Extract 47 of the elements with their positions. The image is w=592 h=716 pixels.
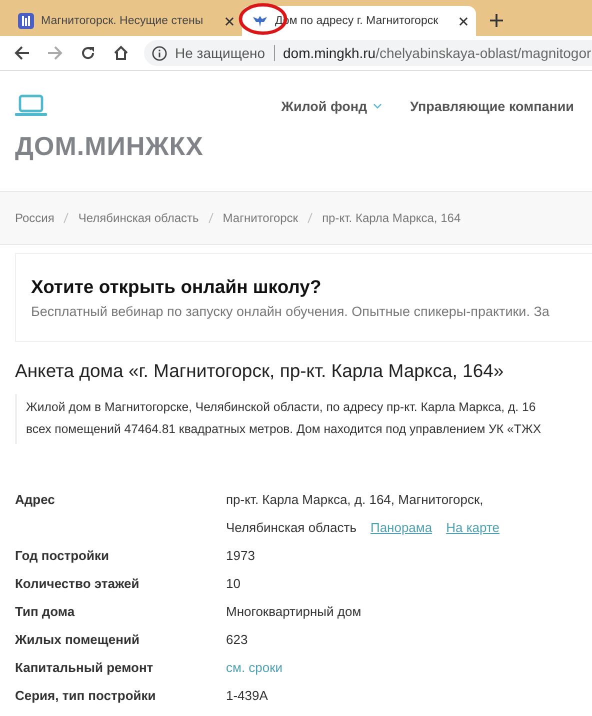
ad-title: Хотите открыть онлайн школу? bbox=[31, 276, 322, 298]
security-label: Не защищено bbox=[175, 45, 275, 61]
detail-value: 1973 bbox=[226, 547, 255, 565]
building-icon bbox=[18, 13, 34, 29]
ad-banner[interactable]: Хотите открыть онлайн школу? Бесплатный вебинар по запуску онлайн обучения. Опытные спикеры-практики. За bbox=[15, 253, 592, 342]
detail-link[interactable]: Панорама bbox=[370, 514, 432, 542]
tab-title: Магнитогорск. Несущие стены bbox=[41, 15, 204, 27]
nav-link[interactable]: Жилой фонд bbox=[281, 98, 382, 114]
detail-label: Жилых помещений bbox=[15, 631, 140, 649]
separator-icon bbox=[63, 212, 70, 224]
breadcrumb-link[interactable]: Челябинская область bbox=[78, 211, 199, 225]
detail-link[interactable]: см. сроки bbox=[226, 654, 283, 682]
detail-label: Тип дома bbox=[15, 603, 76, 621]
new-tab-icon[interactable] bbox=[490, 14, 503, 27]
ad-text: Бесплатный вебинар по запуску онлайн обучения. Опытные спикеры-практики. За bbox=[31, 304, 550, 319]
chevron-down-icon bbox=[373, 103, 382, 109]
home-icon[interactable] bbox=[113, 45, 129, 61]
detail-label: Капитальный ремонт bbox=[15, 659, 154, 677]
detail-link[interactable]: На карте bbox=[446, 514, 500, 542]
detail-label: Год постройки bbox=[15, 547, 110, 565]
nav-link[interactable]: Управляющие компании bbox=[410, 98, 574, 114]
detail-value: Челябинская область bbox=[226, 519, 356, 537]
close-icon[interactable] bbox=[225, 16, 234, 26]
close-icon[interactable] bbox=[459, 16, 468, 26]
page-heading: Анкета дома «г. Магнитогорск, пр-кт. Карла Маркса, 164» bbox=[15, 360, 505, 382]
info-icon bbox=[152, 46, 167, 60]
breadcrumb-link[interactable]: пр-кт. Карла Маркса, 164 bbox=[322, 211, 461, 225]
breadcrumb-link[interactable]: Магнитогорск bbox=[222, 211, 298, 225]
site-logo-text[interactable]: ДОМ.МИНЖКХ bbox=[0, 118, 592, 181]
detail-value: 10 bbox=[226, 575, 240, 593]
separator-icon bbox=[307, 212, 314, 224]
browser-tab[interactable]: Магнитогорск. Несущие стены bbox=[8, 6, 242, 36]
separator-icon bbox=[208, 212, 214, 224]
detail-label: Серия, тип постройки bbox=[15, 687, 157, 705]
url-text: dom.mingkh.ru/chelyabinskaya-oblast/magnitogor bbox=[283, 45, 592, 61]
detail-label: Количество этажей bbox=[15, 575, 140, 593]
description-text: всех помещений 47464.81 квадратных метров. Дом находится под управлением УК «ТЖХ bbox=[26, 421, 542, 438]
address-bar[interactable]: Не защищено dom.mingkh.ru/chelyabinskaya-oblast/magnitogor bbox=[144, 40, 592, 66]
detail-value: Многоквартирный дом bbox=[226, 603, 362, 621]
reload-icon[interactable] bbox=[80, 45, 96, 61]
detail-value: 1-439А bbox=[226, 687, 268, 705]
detail-label: Адрес bbox=[15, 491, 56, 509]
back-arrow-icon[interactable] bbox=[14, 45, 30, 61]
detail-value: 623 bbox=[226, 631, 248, 649]
description-text: Жилой дом в Магнитогорске, Челябинской области, по адресу пр-кт. Карла Маркса, д. 16 bbox=[26, 399, 537, 416]
detail-value: пр-кт. Карла Маркса, д. 164, Магнитогорск, bbox=[226, 491, 484, 509]
breadcrumb-link[interactable]: Россия bbox=[15, 211, 54, 225]
